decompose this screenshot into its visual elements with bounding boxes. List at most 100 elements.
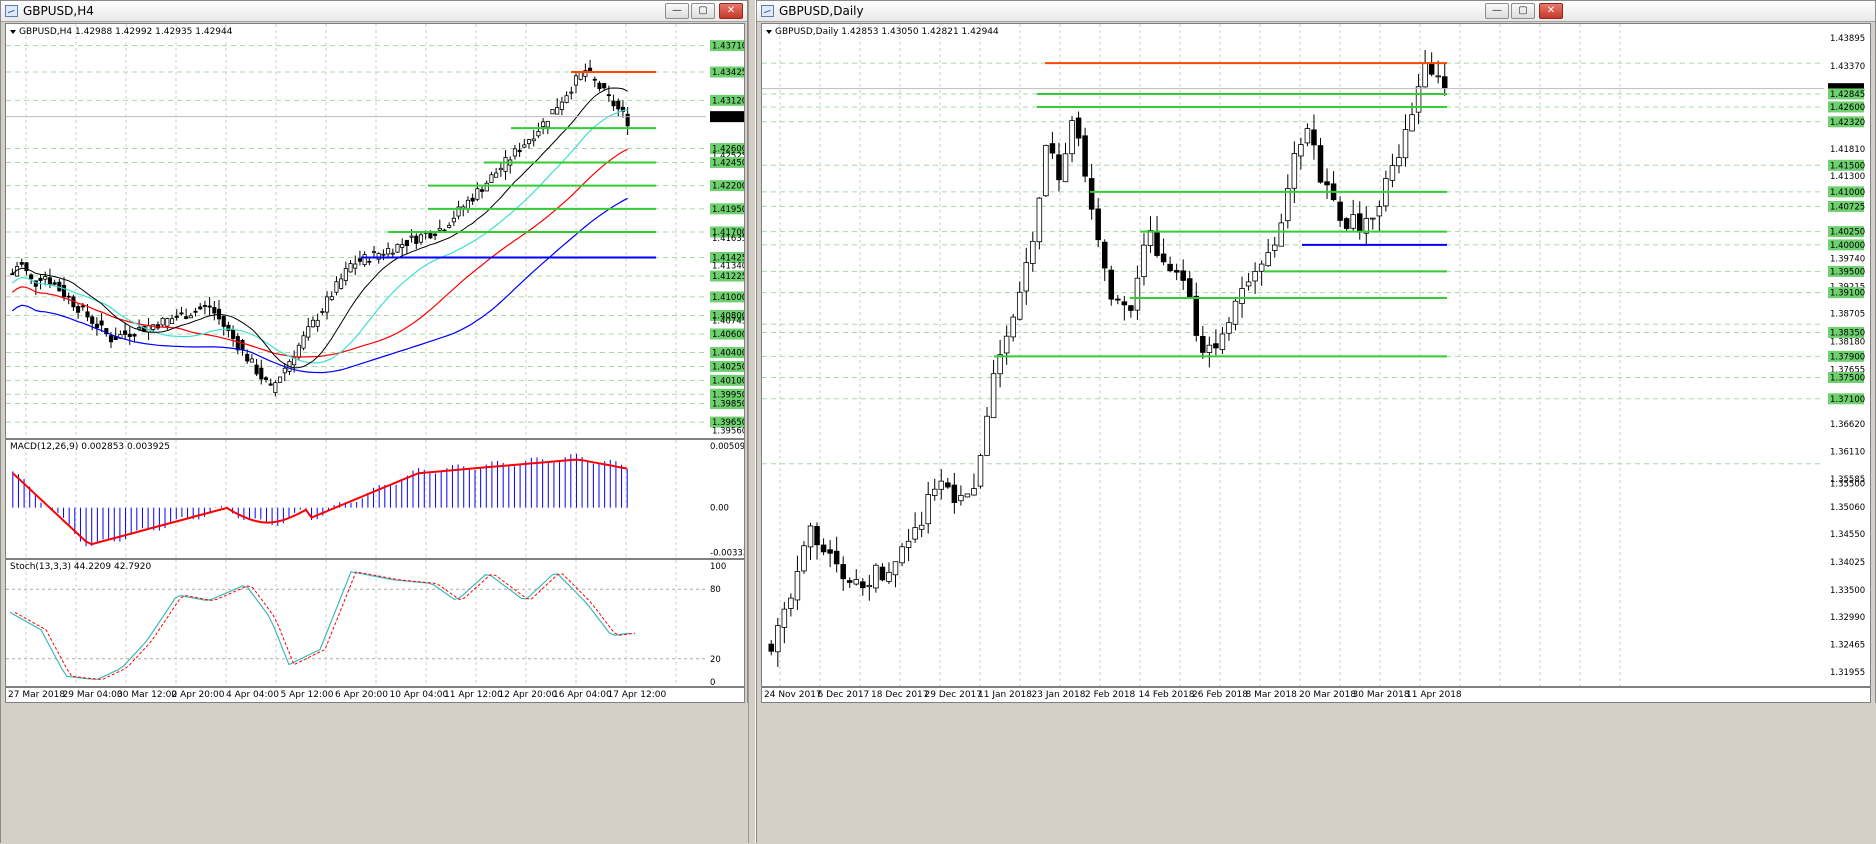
price-axis-label: 1.34025 bbox=[1830, 558, 1865, 568]
daily-price-pane[interactable]: 1.438951.433701.429441.428451.426001.423… bbox=[761, 23, 1871, 687]
bear-candle bbox=[1343, 218, 1350, 229]
bull-candle bbox=[971, 488, 977, 496]
bull-candle bbox=[578, 72, 583, 80]
bear-candle bbox=[480, 189, 485, 192]
bear-candle bbox=[592, 78, 597, 81]
price-axis-label: 1.40250 bbox=[712, 362, 745, 372]
price-axis-label: 1.36110 bbox=[1830, 447, 1865, 457]
macd-pane[interactable]: 0.005099 0.00 -0.003333 MACD(12,26,9) 0.00… bbox=[5, 439, 745, 559]
stochastic-pane[interactable]: 100 80 20 0 Stoch(13,3,3) 44.2209 42.7920 bbox=[5, 559, 745, 687]
bear-candle bbox=[245, 353, 250, 362]
bull-candle bbox=[165, 318, 170, 327]
bull-candle bbox=[925, 494, 931, 525]
ma-red-line bbox=[11, 148, 628, 358]
bull-candle bbox=[807, 525, 814, 548]
maximize-button[interactable]: ▢ bbox=[1511, 3, 1535, 19]
bear-candle bbox=[517, 149, 522, 153]
h4-price-pane[interactable]: 1.43710 1.43425 1.43120 1.42944 1.42600 1.425… bbox=[5, 23, 745, 439]
stoch-signal-line bbox=[14, 571, 636, 680]
price-axis-label: 1.40400 bbox=[712, 349, 745, 359]
bear-candle bbox=[945, 482, 951, 488]
bull-candle bbox=[1245, 281, 1252, 287]
bear-candle bbox=[19, 262, 24, 265]
bull-candle bbox=[931, 488, 938, 496]
bear-candle bbox=[52, 282, 57, 285]
bear-candle bbox=[840, 564, 846, 580]
bull-candle bbox=[573, 75, 579, 86]
bear-candle bbox=[184, 316, 189, 319]
price-axis-label: 1.42944 bbox=[712, 113, 745, 123]
bull-candle bbox=[1265, 252, 1271, 267]
minimize-button[interactable]: — bbox=[1485, 3, 1509, 19]
bull-candle bbox=[1147, 230, 1154, 246]
price-axis-label: 1.42845 bbox=[1830, 90, 1865, 100]
bear-candle bbox=[367, 260, 372, 263]
bear-candle bbox=[29, 274, 34, 280]
bear-candle bbox=[1154, 230, 1160, 256]
price-axis-label: 1.33500 bbox=[1830, 586, 1865, 596]
daily-time-tick: 11 Jan 2018 bbox=[978, 690, 1032, 700]
price-axis-label: 1.34550 bbox=[1830, 530, 1865, 540]
h4-titlebar[interactable]: GBPUSD,H4 — ▢ ✕ bbox=[1, 1, 747, 22]
bear-candle bbox=[1441, 76, 1448, 89]
bull-candle bbox=[1285, 188, 1291, 222]
daily-time-tick: 14 Feb 2018 bbox=[1138, 690, 1195, 700]
bear-candle bbox=[1167, 263, 1173, 272]
bull-candle bbox=[465, 199, 470, 210]
h4-window-footer bbox=[1, 703, 749, 844]
bear-candle bbox=[240, 339, 245, 350]
daily-time-tick: 11 Apr 2018 bbox=[1406, 690, 1462, 700]
bull-candle bbox=[1291, 153, 1298, 189]
close-button[interactable]: ✕ bbox=[1539, 3, 1563, 19]
maximize-button[interactable]: ▢ bbox=[691, 3, 715, 19]
dropdown-arrow-icon bbox=[10, 29, 16, 34]
h4-chart-window[interactable]: GBPUSD,H4 — ▢ ✕ 1.43710 1.43425 1.43120 1.4… bbox=[0, 0, 749, 844]
bear-candle bbox=[404, 239, 409, 247]
bull-candle bbox=[977, 455, 984, 487]
h4-time-tick: 5 Apr 12:00 bbox=[280, 690, 334, 700]
bull-candle bbox=[503, 157, 508, 172]
price-axis-label: 1.39500 bbox=[1830, 267, 1865, 277]
h4-ohlc-text: GBPUSD,H4 1.42988 1.42992 1.42935 1.4294… bbox=[19, 27, 233, 37]
bear-candle bbox=[108, 335, 114, 343]
daily-time-tick: 6 Dec 2017 bbox=[817, 690, 870, 700]
bear-candle bbox=[602, 83, 607, 89]
bull-candle bbox=[386, 248, 391, 255]
bear-candle bbox=[1186, 278, 1193, 299]
macd-axis-label: 0.00 bbox=[710, 504, 729, 514]
daily-chart-window[interactable]: GBPUSD,Daily — ▢ ✕ 1.438951.433701.42944… bbox=[756, 0, 1876, 844]
bull-candle bbox=[1043, 144, 1049, 197]
bull-candle bbox=[1239, 288, 1245, 304]
minimize-button[interactable]: — bbox=[665, 3, 689, 19]
bull-candle bbox=[1062, 153, 1069, 183]
bear-candle bbox=[66, 295, 71, 298]
bull-candle bbox=[400, 244, 405, 248]
daily-ohlc-text: GBPUSD,Daily 1.42853 1.43050 1.42821 1.4… bbox=[775, 27, 999, 37]
bear-candle bbox=[127, 333, 132, 337]
h4-time-tick: 30 Mar 12:00 bbox=[117, 690, 178, 700]
bull-candle bbox=[1350, 214, 1356, 229]
bull-candle bbox=[938, 480, 945, 490]
bull-candle bbox=[775, 625, 781, 653]
price-axis-label: 1.42600 bbox=[1830, 103, 1865, 113]
window-divider[interactable] bbox=[748, 0, 756, 843]
bull-candle bbox=[1298, 144, 1304, 157]
bear-candle bbox=[597, 82, 602, 90]
daily-titlebar[interactable]: GBPUSD,Daily — ▢ ✕ bbox=[757, 1, 1875, 22]
bull-candle bbox=[912, 527, 918, 540]
bear-candle bbox=[833, 550, 840, 565]
price-axis-label: 1.40600 bbox=[712, 330, 745, 340]
price-axis-label: 1.43370 bbox=[1830, 62, 1865, 72]
bull-candle bbox=[1219, 333, 1226, 350]
bear-candle bbox=[433, 233, 438, 236]
bull-candle bbox=[892, 561, 899, 576]
bear-candle bbox=[231, 329, 236, 339]
macd-axis-bg bbox=[706, 440, 744, 558]
h4-time-tick: 11 Apr 12:00 bbox=[444, 690, 503, 700]
price-axis-label: 1.39850 bbox=[712, 400, 745, 410]
bull-candle bbox=[1134, 277, 1141, 311]
bear-candle bbox=[202, 305, 207, 307]
close-button[interactable]: ✕ bbox=[719, 3, 743, 19]
price-axis-label: 1.41000 bbox=[1830, 188, 1865, 198]
bull-candle bbox=[918, 524, 925, 530]
